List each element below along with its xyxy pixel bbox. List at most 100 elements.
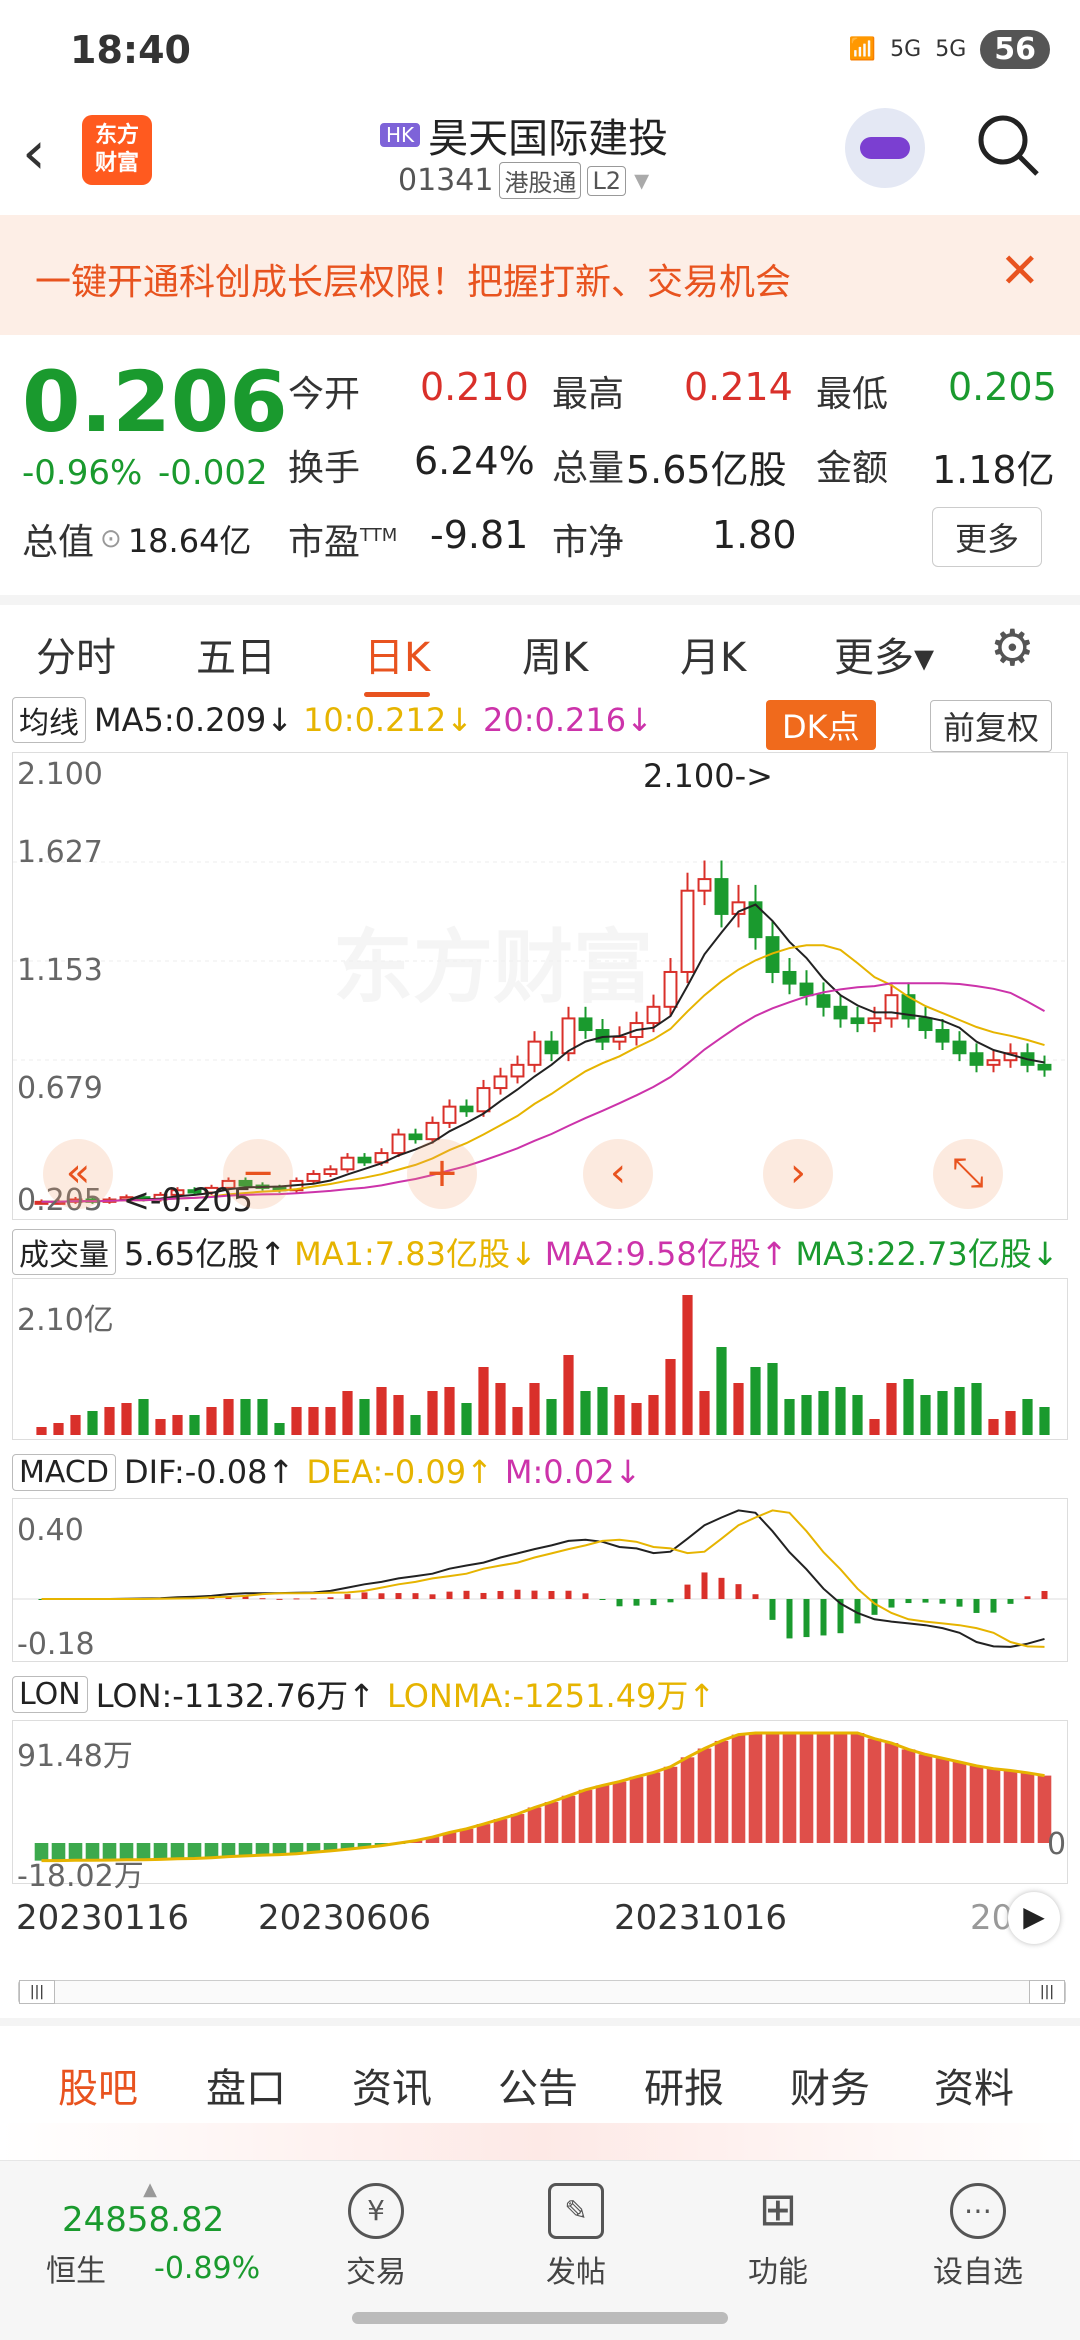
macd-bar xyxy=(650,1599,657,1606)
macd-bar xyxy=(820,1599,827,1636)
market-cap[interactable]: 总值 ⊙ 18.64亿 xyxy=(22,513,251,565)
volume-value: 5.65亿股 xyxy=(626,448,787,492)
more-button[interactable]: 更多 xyxy=(932,507,1043,567)
lon-bar xyxy=(255,1843,270,1856)
lon-bar xyxy=(629,1776,644,1843)
change-abs: -0.002 xyxy=(158,453,268,493)
scroll-right-icon[interactable]: › xyxy=(763,1139,833,1209)
yen-icon: ¥ xyxy=(348,2183,404,2239)
range-slider[interactable]: ||| ||| xyxy=(18,1980,1066,2004)
macd-bar xyxy=(633,1599,640,1606)
volume-bar xyxy=(461,1403,472,1435)
lon-bar xyxy=(595,1785,610,1843)
tab-finance[interactable]: 财务 xyxy=(790,2056,870,2114)
volume-indicator-row: 成交量 5.65亿股↑ MA1:7.83亿股↓ MA2:9.58亿股↑ MA3:… xyxy=(12,1228,1059,1276)
macd-bar xyxy=(599,1599,606,1600)
candle-body xyxy=(816,994,831,1008)
lon-bar xyxy=(782,1733,797,1843)
macd-bar xyxy=(497,1590,504,1599)
play-icon[interactable]: ▶ xyxy=(1008,1892,1060,1944)
macd-dea: DEA:-0.09↑ xyxy=(306,1453,493,1491)
volume-bar xyxy=(308,1407,319,1435)
stock-code-row[interactable]: 01341 港股通 L2 ▾ xyxy=(398,162,649,199)
back-icon[interactable]: ‹ xyxy=(22,118,46,188)
tab-monthly-k[interactable]: 月K xyxy=(680,625,746,683)
nav-trade[interactable]: ¥ 交易 xyxy=(306,2171,446,2291)
volume-bar xyxy=(257,1399,268,1435)
lon-bar xyxy=(1020,1772,1035,1843)
candle-body xyxy=(986,1059,1001,1066)
lon-bar xyxy=(816,1733,831,1843)
macd-bar xyxy=(786,1599,793,1639)
volume-bar xyxy=(189,1415,200,1435)
change-pct: -0.96% xyxy=(22,453,143,493)
lon-bar xyxy=(612,1781,627,1843)
tab-five-day[interactable]: 五日 xyxy=(196,625,276,683)
volume-selector[interactable]: 成交量 xyxy=(12,1229,116,1275)
lon-bar xyxy=(527,1807,542,1843)
lon-bar xyxy=(493,1819,508,1843)
macd-selector[interactable]: MACD xyxy=(12,1453,116,1491)
stock-title[interactable]: HK 昊天国际建投 xyxy=(380,106,668,164)
tab-pankou[interactable]: 盘口 xyxy=(206,2056,286,2114)
volume-bar xyxy=(121,1403,132,1435)
macd-dif: DIF:-0.08↑ xyxy=(123,1453,295,1491)
candle-body xyxy=(391,1133,406,1155)
macd-bar xyxy=(752,1594,759,1599)
volume-bar xyxy=(784,1399,795,1435)
tab-announcement[interactable]: 公告 xyxy=(498,2056,578,2114)
kline-chart[interactable]: 东方财富 2.100 1.627 1.153 0.679 0.205 2.100… xyxy=(12,752,1068,1220)
last-price: 0.206 xyxy=(22,353,288,451)
volume-bar xyxy=(954,1387,965,1435)
tab-daily-k[interactable]: 日K xyxy=(364,625,431,697)
close-icon[interactable]: ✕ xyxy=(1000,243,1040,299)
lon-bar xyxy=(935,1758,950,1843)
tab-more[interactable]: 更多▾ xyxy=(834,625,934,683)
macd-svg xyxy=(13,1509,1067,1648)
tab-news[interactable]: 资讯 xyxy=(352,2056,432,2114)
volume-bar xyxy=(342,1391,353,1435)
nav-watchlist[interactable]: ⋯ 设自选 xyxy=(908,2171,1048,2291)
tab-profile[interactable]: 资料 xyxy=(934,2056,1014,2114)
lon-selector[interactable]: LON xyxy=(12,1675,88,1713)
lon-bar xyxy=(969,1765,984,1843)
volume-bar xyxy=(546,1399,557,1435)
macd-bar xyxy=(429,1594,436,1599)
nav-functions[interactable]: ⊞ 功能 xyxy=(708,2171,848,2291)
volume-bar xyxy=(1039,1407,1050,1435)
scroll-left-icon[interactable]: ‹ xyxy=(583,1139,653,1209)
scroll-start-icon[interactable]: « xyxy=(43,1139,113,1209)
lon-indicator-row: LON LON:-1132.76万↑ LONMA:-1251.49万↑ xyxy=(12,1670,715,1718)
tab-research[interactable]: 研报 xyxy=(644,2056,724,2114)
index-ticker[interactable]: ▲ 24858.82 恒生 -0.89% xyxy=(30,2179,270,2290)
lon-bar xyxy=(748,1733,763,1843)
connect-badge: 港股通 xyxy=(499,162,582,199)
nav-post[interactable]: ✎ 发帖 xyxy=(506,2171,646,2291)
dk-button[interactable]: DK点 xyxy=(766,700,876,750)
volume-chart[interactable]: 2.10亿 xyxy=(12,1278,1068,1440)
macd-bar xyxy=(412,1593,419,1599)
volume-bar xyxy=(699,1391,710,1435)
macd-bar xyxy=(701,1572,708,1599)
zoom-in-icon[interactable]: + xyxy=(407,1139,477,1209)
tab-intraday[interactable]: 分时 xyxy=(36,625,116,683)
ma-selector[interactable]: 均线 xyxy=(12,697,86,743)
volume-bar xyxy=(1005,1411,1016,1435)
volume-bar xyxy=(971,1383,982,1435)
zoom-out-icon[interactable]: − xyxy=(223,1139,293,1209)
lon-chart[interactable]: 91.48万 -18.02万 0 xyxy=(12,1720,1068,1894)
fullscreen-icon[interactable]: ⤡ xyxy=(933,1139,1003,1209)
macd-chart[interactable]: 0.40 -0.18 xyxy=(12,1498,1068,1662)
promo-banner[interactable]: 一键开通科创成长层权限！把握打新、交易机会 ✕ xyxy=(0,215,1080,335)
lon-bar xyxy=(187,1843,202,1859)
volume-bar xyxy=(1022,1399,1033,1435)
vol-y-max: 2.10亿 xyxy=(17,1303,114,1338)
slider-right-handle[interactable]: ||| xyxy=(1029,1980,1065,2004)
search-icon[interactable] xyxy=(975,112,1041,178)
adjust-button[interactable]: 前复权 xyxy=(930,700,1053,752)
robot-avatar[interactable] xyxy=(845,108,925,188)
settings-gear-icon[interactable]: ⚙ xyxy=(990,619,1035,677)
slider-left-handle[interactable]: ||| xyxy=(19,1980,55,2004)
tab-weekly-k[interactable]: 周K xyxy=(522,625,588,683)
tab-guba[interactable]: 股吧 xyxy=(58,2056,138,2132)
